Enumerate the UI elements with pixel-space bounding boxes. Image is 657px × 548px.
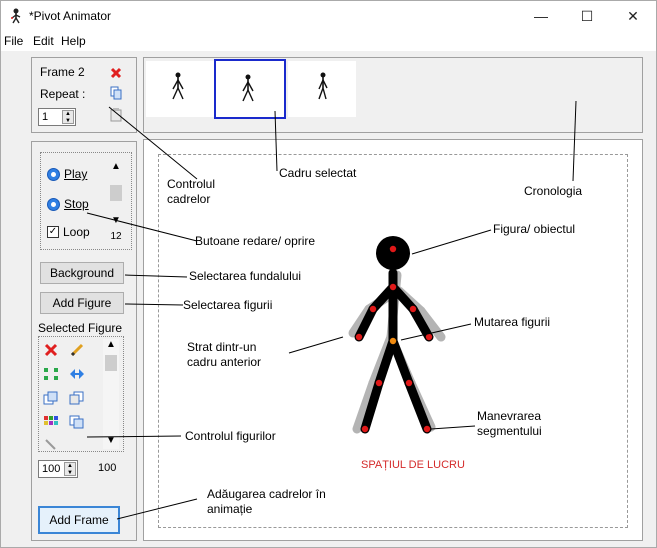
figure-size-stepper[interactable]: 100 ▲ ▼ <box>38 460 78 478</box>
repeat-label: Repeat : <box>40 87 86 101</box>
figure-scrollbar[interactable]: ▲ ▼ <box>103 339 119 449</box>
frame-thumbnail[interactable] <box>288 61 356 117</box>
annotation-segment: Manevrarea segmentului <box>477 409 542 438</box>
loop-label: Loop <box>63 225 90 239</box>
add-frame-button[interactable]: Add Frame <box>38 506 120 534</box>
chevron-up-icon[interactable]: ▲ <box>107 161 125 172</box>
menu-edit[interactable]: Edit <box>33 34 54 48</box>
repeat-stepper[interactable]: 1 ▲ ▼ <box>38 108 76 126</box>
chevron-down-icon[interactable]: ▼ <box>103 435 119 446</box>
left-control-panel: Play Stop ✓ Loop ▲ ▼ 12 Background Add F… <box>31 141 137 541</box>
close-button[interactable]: ✕ <box>610 1 656 31</box>
speed-slider-thumb[interactable] <box>110 185 122 201</box>
frame-thumbnail[interactable] <box>146 61 214 117</box>
frame-number-label: Frame 2 <box>40 65 85 79</box>
timeline <box>143 57 643 133</box>
annotation-selected-frame: Cadru selectat <box>279 166 357 180</box>
stick-figure-icon <box>11 8 21 24</box>
annotation-workspace: SPAȚIUL DE LUCRU <box>361 459 465 471</box>
annotation-background: Selectarea fundalului <box>189 269 302 283</box>
minimize-button[interactable]: — <box>518 1 564 31</box>
annotation-frame-control: Controlul cadrelor <box>167 177 216 206</box>
annotation-add-frames: Adăugarea cadrelor în animație <box>207 487 326 516</box>
magic-wand-icon[interactable] <box>43 437 59 451</box>
copy-frame-icon[interactable] <box>110 86 122 100</box>
stop-button[interactable]: Stop <box>47 197 89 211</box>
title-bar: *Pivot Animator — ☐ ✕ <box>1 1 656 31</box>
delete-figure-icon[interactable] <box>43 343 59 357</box>
figure-size-value: 100 <box>42 463 61 475</box>
resize-figure-icon[interactable] <box>43 367 59 381</box>
checkbox-checked-icon: ✓ <box>47 226 59 238</box>
annotation-play-stop: Butoane redare/ oprire <box>195 234 316 248</box>
stop-icon <box>47 197 60 211</box>
stepper-arrows-icon[interactable]: ▲ ▼ <box>62 110 74 124</box>
menu-help[interactable]: Help <box>61 34 86 48</box>
figure-size-readout: 100 <box>98 462 117 474</box>
annotation-figure-object: Figura/ obiectul <box>493 222 576 236</box>
edit-figure-icon[interactable] <box>69 343 85 357</box>
figure-scroll-thumb[interactable] <box>105 355 117 371</box>
annotation-timeline: Cronologia <box>524 184 583 198</box>
paste-frame-icon[interactable] <box>110 108 122 122</box>
maximize-button[interactable]: ☐ <box>564 1 610 31</box>
menu-bar: File Edit Help <box>1 31 656 51</box>
selected-figure-label: Selected Figure <box>38 321 123 335</box>
annotation-previous-layer: Strat dintr-un cadru anterior <box>187 340 262 369</box>
annotation-move-figure: Mutarea figurii <box>474 315 551 329</box>
figure-tools: ▲ ▼ <box>38 336 124 452</box>
speed-value: 12 <box>110 231 122 242</box>
menu-file[interactable]: File <box>4 34 23 48</box>
add-figure-button[interactable]: Add Figure <box>40 292 124 314</box>
bring-front-icon[interactable] <box>43 391 59 405</box>
stepper-arrows-icon[interactable]: ▲ ▼ <box>64 462 76 476</box>
window-title: *Pivot Animator <box>29 9 112 23</box>
play-button[interactable]: Play <box>47 167 87 181</box>
chevron-up-icon[interactable]: ▲ <box>103 339 119 350</box>
speed-slider[interactable]: ▲ ▼ 12 <box>107 161 125 242</box>
send-back-icon[interactable] <box>69 391 85 405</box>
annotation-figure-select: Selectarea figurii <box>183 298 273 312</box>
loop-checkbox[interactable]: ✓ Loop <box>47 225 90 239</box>
annotation-figure-controls: Controlul figurilor <box>185 429 276 443</box>
chevron-down-icon[interactable]: ▼ <box>107 215 125 226</box>
flip-figure-icon[interactable] <box>69 367 85 381</box>
background-button[interactable]: Background <box>40 262 124 284</box>
stop-label: Stop <box>64 197 89 211</box>
repeat-value: 1 <box>42 111 49 123</box>
play-label: Play <box>64 167 88 181</box>
play-icon <box>47 167 60 181</box>
color-palette-icon[interactable] <box>43 415 59 429</box>
duplicate-figure-icon[interactable] <box>69 415 85 429</box>
playback-controls: Play Stop ✓ Loop ▲ ▼ 12 <box>40 152 132 250</box>
app-window: *Pivot Animator — ☐ ✕ File Edit Help Fra… <box>0 0 657 548</box>
frame-control-panel: Frame 2 Repeat : 1 ▲ ▼ <box>31 57 137 133</box>
delete-frame-icon[interactable] <box>110 67 122 79</box>
frame-thumbnail-selected[interactable] <box>214 59 286 119</box>
